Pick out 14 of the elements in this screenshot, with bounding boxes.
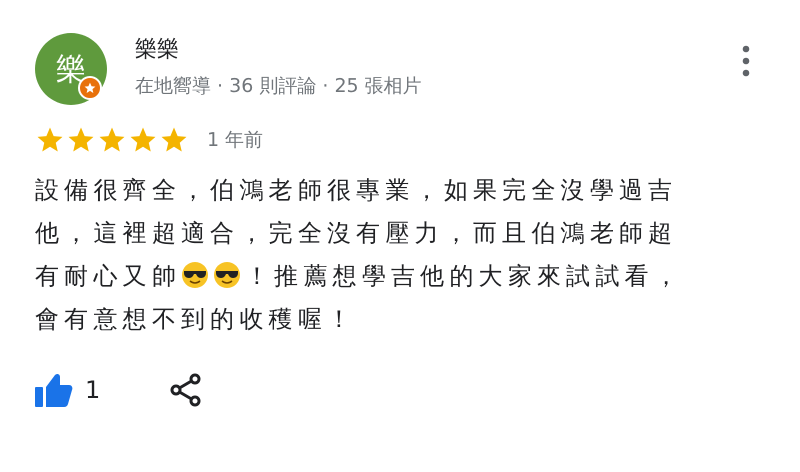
review-text: 設備很齊全，伯鴻老師很專業，如果完全沒學過吉	[35, 176, 678, 204]
like-count: 1	[85, 376, 100, 404]
reviewer-info: 在地嚮導 · 36 則評論 · 25 張相片	[135, 74, 423, 99]
review-text: 他，這裡超適合，完全沒有壓力，而且伯鴻老師超	[35, 219, 678, 247]
review-date: 1 年前	[207, 128, 264, 153]
sunglasses-face-icon	[181, 261, 209, 289]
reviewer-name[interactable]: 樂樂	[135, 35, 742, 65]
thumbs-up-icon[interactable]	[35, 373, 73, 407]
review-text: 有耐心又帥	[35, 262, 181, 290]
more-options-icon[interactable]	[742, 45, 750, 77]
share-icon[interactable]	[170, 373, 202, 407]
review-text: 會有意想不到的收穫喔！	[35, 305, 356, 333]
sunglasses-face-icon	[213, 261, 241, 289]
review-text: ！推薦想學吉他的大家來試試看，	[245, 262, 683, 290]
